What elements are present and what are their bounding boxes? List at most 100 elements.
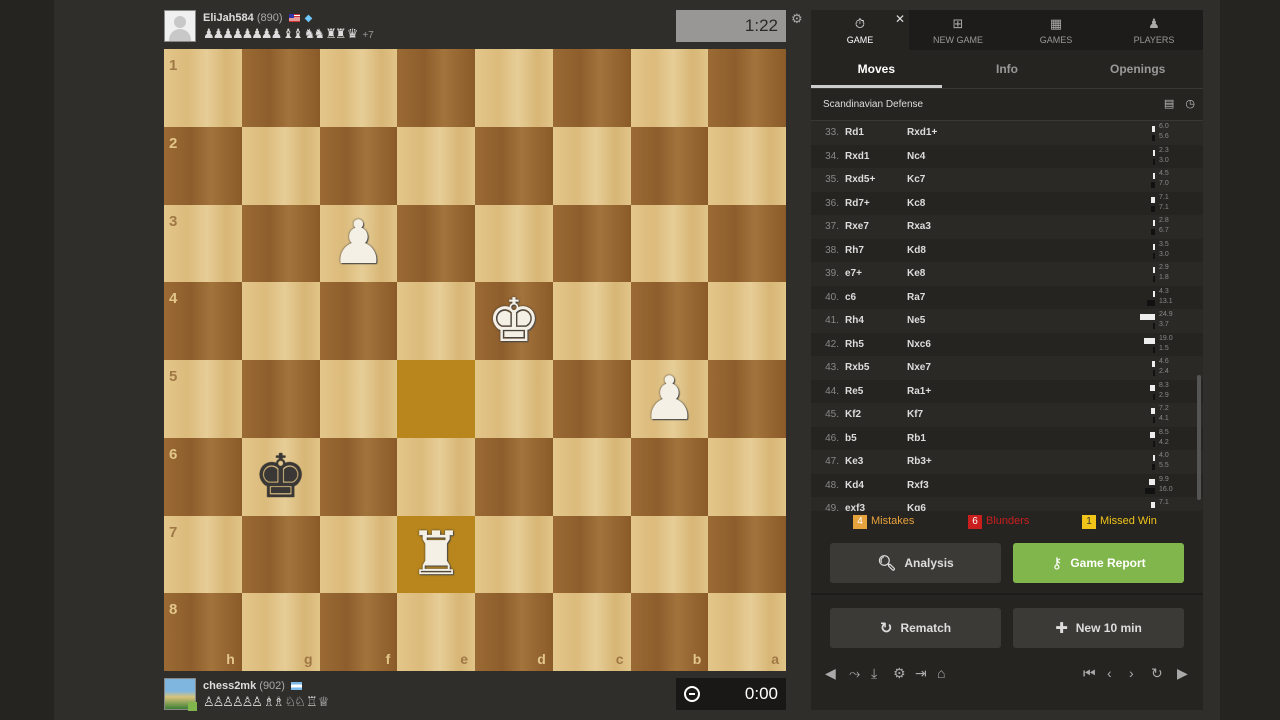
square-d3[interactable]	[475, 204, 553, 283]
square-f3[interactable]: ♟	[319, 204, 398, 283]
square-c6[interactable]	[552, 437, 631, 516]
square-b7[interactable]	[630, 515, 709, 594]
square-d8[interactable]: d	[475, 593, 553, 671]
square-b2[interactable]	[630, 126, 709, 205]
white-move[interactable]: Ke3	[845, 456, 907, 467]
square-a3[interactable]	[708, 204, 786, 283]
white-move[interactable]: Re5	[845, 386, 907, 397]
square-g1[interactable]	[241, 49, 320, 127]
white-move[interactable]: Rxb5	[845, 362, 907, 373]
square-f8[interactable]: f	[319, 593, 398, 671]
square-e6[interactable]	[397, 437, 475, 516]
square-h6[interactable]: 6	[164, 437, 242, 516]
close-icon[interactable]: ✕	[895, 12, 905, 26]
tab-info[interactable]: Info	[942, 50, 1073, 88]
square-a5[interactable]	[708, 360, 786, 438]
collapse-left-icon[interactable]: ◀	[825, 665, 836, 682]
white-piece-d4[interactable]: ♚	[475, 282, 553, 360]
square-a7[interactable]	[708, 515, 786, 594]
square-a1[interactable]	[708, 49, 786, 127]
square-h7[interactable]: 7	[164, 515, 242, 594]
download-icon[interactable]: ⤓	[871, 665, 877, 682]
nav-new-game[interactable]: ⊞ NEW GAME	[909, 10, 1007, 50]
nav-game[interactable]: ⏱ GAME ✕	[811, 10, 909, 50]
square-f7[interactable]	[319, 515, 398, 594]
tab-moves[interactable]: Moves	[811, 50, 942, 88]
square-f6[interactable]	[319, 437, 398, 516]
nav-games[interactable]: ▦ GAMES	[1007, 10, 1105, 50]
library-icon[interactable]: ⌂	[937, 665, 945, 681]
square-b8[interactable]: b	[630, 593, 709, 671]
square-f1[interactable]	[319, 49, 398, 127]
square-c8[interactable]: c	[552, 593, 631, 671]
rematch-button[interactable]: ↻ Rematch	[830, 608, 1001, 648]
white-move[interactable]: Rxd1	[845, 151, 907, 162]
square-f5[interactable]	[319, 360, 398, 438]
timer-icon[interactable]: ◷	[1185, 98, 1195, 110]
mistakes-summary[interactable]: 4 Mistakes	[853, 515, 914, 529]
square-c7[interactable]	[552, 515, 631, 594]
black-move[interactable]: Rxd1+	[907, 127, 967, 138]
square-c2[interactable]	[552, 126, 631, 205]
white-piece-e7[interactable]: ♜	[397, 516, 475, 594]
square-d4[interactable]: ♚	[475, 282, 553, 360]
square-d1[interactable]	[475, 49, 553, 127]
bottom-player-username[interactable]: chess2mk	[203, 680, 256, 692]
square-g7[interactable]	[241, 515, 320, 594]
black-move[interactable]: Rxf3	[907, 480, 967, 491]
book-icon[interactable]: ▤	[1164, 98, 1174, 110]
white-move[interactable]: Kf2	[845, 409, 907, 420]
white-piece-b5[interactable]: ♟	[631, 360, 709, 438]
expand-right-icon[interactable]: ▶	[1177, 665, 1188, 682]
square-e2[interactable]	[397, 126, 475, 205]
square-e1[interactable]	[397, 49, 475, 127]
black-move[interactable]: Ne5	[907, 315, 967, 326]
square-g8[interactable]: g	[241, 593, 320, 671]
white-move[interactable]: c6	[845, 292, 907, 303]
square-e5[interactable]	[397, 360, 475, 438]
square-e4[interactable]	[397, 282, 475, 360]
square-h8[interactable]: 8h	[164, 593, 242, 671]
square-b6[interactable]	[630, 437, 709, 516]
black-move[interactable]: Rxa3	[907, 221, 967, 232]
white-move[interactable]: Kd4	[845, 480, 907, 491]
black-move[interactable]: Nc4	[907, 151, 967, 162]
move-list[interactable]: 33. Rd1 Rxd1+ 6.0 5.6 34. Rxd1 Nc4 2.3 3.0 35. Rxd5…	[811, 121, 1203, 511]
square-g3[interactable]	[241, 204, 320, 283]
square-a2[interactable]	[708, 126, 786, 205]
board-settings-gear-icon[interactable]: ⚙	[791, 11, 803, 27]
first-move-icon[interactable]: ⏮	[1083, 665, 1096, 682]
tab-openings[interactable]: Openings	[1072, 50, 1203, 88]
square-c1[interactable]	[552, 49, 631, 127]
square-a4[interactable]	[708, 282, 786, 360]
square-b1[interactable]	[630, 49, 709, 127]
black-move[interactable]: Kc8	[907, 198, 967, 209]
square-b3[interactable]	[630, 204, 709, 283]
opening-name[interactable]: Scandinavian Defense	[823, 99, 923, 110]
square-d2[interactable]	[475, 126, 553, 205]
square-e8[interactable]: e	[397, 593, 475, 671]
square-a6[interactable]	[708, 437, 786, 516]
next-move-icon[interactable]: ›	[1129, 665, 1134, 681]
square-b4[interactable]	[630, 282, 709, 360]
square-h4[interactable]: 4	[164, 282, 242, 360]
white-move[interactable]: Rh7	[845, 245, 907, 256]
game-report-button[interactable]: ⚷ Game Report	[1013, 543, 1184, 583]
black-move[interactable]: Nxc6	[907, 339, 967, 350]
square-e3[interactable]	[397, 204, 475, 283]
white-move[interactable]: Rd1	[845, 127, 907, 138]
square-g4[interactable]	[241, 282, 320, 360]
square-d7[interactable]	[475, 515, 553, 594]
flip-board-icon[interactable]: ↻	[1151, 665, 1163, 682]
square-h2[interactable]: 2	[164, 126, 242, 205]
share-icon[interactable]: ⤳	[849, 665, 860, 682]
top-player-username[interactable]: EliJah584	[203, 12, 254, 24]
black-move[interactable]: Kd8	[907, 245, 967, 256]
square-g5[interactable]	[241, 360, 320, 438]
black-move[interactable]: Rb3+	[907, 456, 967, 467]
square-f2[interactable]	[319, 126, 398, 205]
previous-move-icon[interactable]: ‹	[1107, 665, 1112, 681]
white-move[interactable]: exf3	[845, 503, 907, 511]
white-move[interactable]: b5	[845, 433, 907, 444]
settings-icon[interactable]: ⚙	[893, 665, 906, 682]
